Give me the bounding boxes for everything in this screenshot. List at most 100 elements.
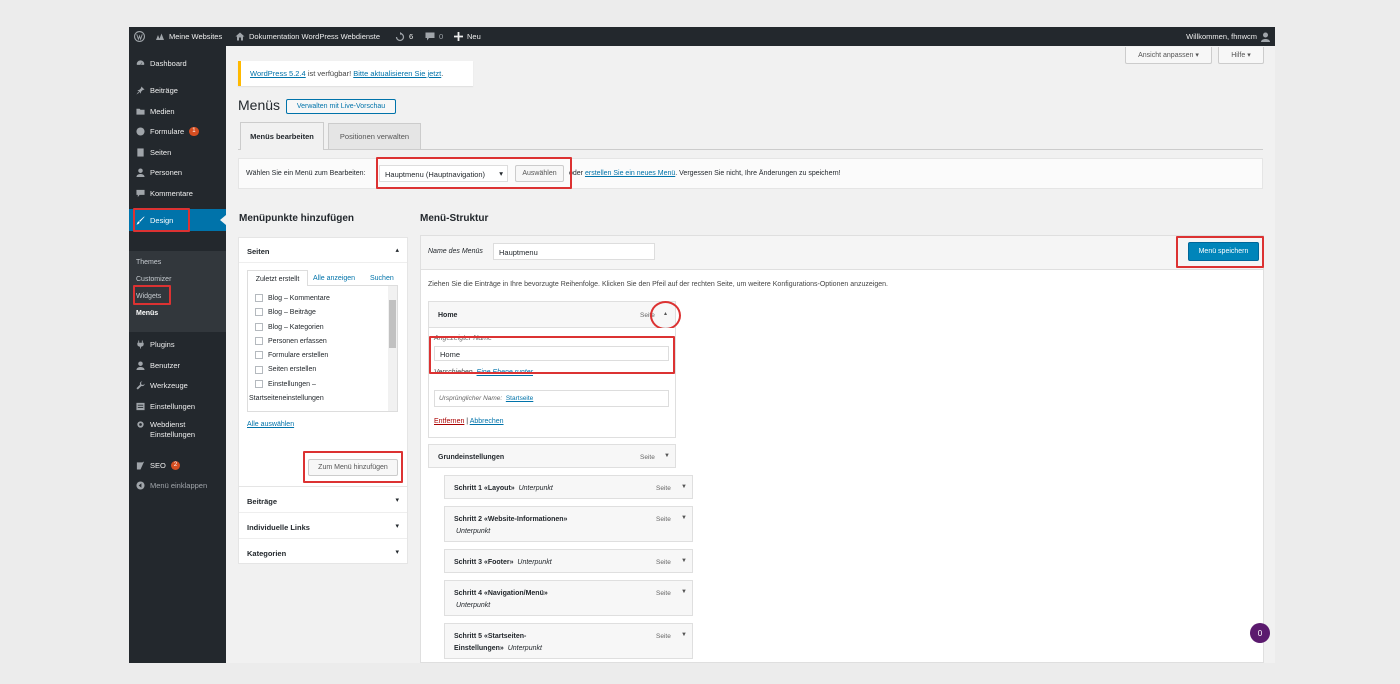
checkbox[interactable] <box>255 337 263 346</box>
item-title: Schritt 1 «Layout» <box>454 485 515 492</box>
scrollbar[interactable] <box>388 286 397 411</box>
remove-link[interactable]: Entfernen <box>434 418 464 425</box>
comments-menu[interactable]: 0 <box>425 27 443 46</box>
cancel-link[interactable]: Abbrechen <box>470 418 504 425</box>
checkbox[interactable] <box>255 322 263 331</box>
menu-item[interactable]: Grundeinstellungen Seite ▼ <box>428 444 676 468</box>
sites-icon <box>156 33 164 40</box>
item-subtitle: Unterpunkt <box>456 528 491 535</box>
page-item[interactable]: Blog – Kommentare <box>255 292 330 306</box>
tab-view-all[interactable]: Alle anzeigen <box>313 275 355 282</box>
page-item[interactable]: Personen erfassen <box>255 335 330 349</box>
chevron-down-icon[interactable]: ▼ <box>681 558 687 564</box>
my-sites-menu[interactable]: Meine Websites <box>155 27 222 46</box>
plugin-icon <box>136 339 145 349</box>
submenu-customizer[interactable]: Customizer <box>136 276 171 283</box>
item-title: Schritt 2 «Website-Informationen» <box>454 516 568 523</box>
highlight-toggle <box>650 301 681 330</box>
item-title-line2: Einstellungen» <box>454 645 504 652</box>
menu-name-input[interactable]: Hauptmenu <box>493 243 655 260</box>
updates-icon <box>395 31 405 41</box>
chevron-down-icon[interactable]: ▼ <box>681 589 687 595</box>
update-link[interactable]: Bitte aktualisieren Sie jetzt <box>353 69 441 78</box>
menu-dashboard[interactable]: Dashboard <box>129 53 226 73</box>
page-item[interactable]: Einstellungen – <box>255 378 330 392</box>
updates-menu[interactable]: 6 <box>395 27 413 46</box>
menu-item[interactable]: Schritt 2 «Website-Informationen» Unterpu… <box>444 506 693 542</box>
notice-text: ist verfügbar! <box>305 69 354 78</box>
menu-item[interactable]: Schritt 4 «Navigation/Menü» Unterpunkt Sei… <box>444 580 693 616</box>
item-subtitle: Unterpunkt <box>456 602 491 609</box>
chevron-down-icon[interactable]: ▼ <box>681 515 687 521</box>
notification-bubble[interactable]: 0 <box>1250 623 1270 643</box>
page-label: Seiten erstellen <box>268 366 317 374</box>
chevron-down-icon: ▾ <box>395 523 399 530</box>
menu-webdienst[interactable]: Webdienst Einstellungen <box>129 417 226 445</box>
highlight-add-button <box>303 451 403 483</box>
add-items-title: Menüpunkte hinzufügen <box>239 213 354 224</box>
menu-item[interactable]: Schritt 3 «Footer» Unterpunkt Seite ▼ <box>444 549 693 573</box>
tab-recent[interactable]: Zuletzt erstellt <box>247 270 308 287</box>
site-name-menu[interactable]: Dokumentation WordPress Webdienste <box>235 27 380 46</box>
menu-label: Dashboard <box>150 58 187 68</box>
live-preview-button[interactable]: Verwalten mit Live-Vorschau <box>286 99 396 114</box>
page-item[interactable]: Seiten erstellen <box>255 363 330 377</box>
tab-search[interactable]: Suchen <box>370 275 394 282</box>
chevron-down-icon[interactable]: ▼ <box>664 453 670 459</box>
page-item[interactable]: Formulare erstellen <box>255 349 330 363</box>
submenu-themes[interactable]: Themes <box>136 259 161 266</box>
version-link[interactable]: WordPress 5.2.4 <box>250 69 306 78</box>
scrollbar-thumb[interactable] <box>389 300 396 348</box>
screen-options-button[interactable]: Ansicht anpassen ▾ <box>1125 47 1212 64</box>
tab-edit-menus[interactable]: Menüs bearbeiten <box>240 122 324 150</box>
checkbox[interactable] <box>255 351 263 360</box>
welcome-label: Willkommen, fhnwcm <box>1186 32 1257 41</box>
create-menu-link[interactable]: erstellen Sie ein neues Menü <box>585 170 675 177</box>
menu-seiten[interactable]: Seiten <box>129 142 226 162</box>
original-link[interactable]: Startseite <box>506 395 533 402</box>
menu-formulare[interactable]: Formulare 1 <box>129 121 226 141</box>
browser-window: Meine Websites Dokumentation WordPress W… <box>129 27 1275 663</box>
page-item[interactable]: Blog – Kategorien <box>255 321 330 335</box>
pages-section-header[interactable]: Seiten ▴ <box>239 238 407 263</box>
help-button[interactable]: Hilfe ▾ <box>1218 47 1264 64</box>
page-label: Einstellungen – <box>268 380 316 388</box>
section-title: Kategorien <box>247 549 287 558</box>
menu-benutzer[interactable]: Benutzer <box>129 355 226 375</box>
menu-personen[interactable]: Personen <box>129 162 226 182</box>
checkbox[interactable] <box>255 379 263 388</box>
item-type: Seite <box>656 590 671 597</box>
submenu-menus[interactable]: Menüs <box>136 310 158 317</box>
pages-list: Blog – Kommentare Blog – Beiträge Blog –… <box>249 292 330 406</box>
menu-einstellungen[interactable]: Einstellungen <box>129 396 226 416</box>
checkbox[interactable] <box>255 294 263 303</box>
checkbox[interactable] <box>255 365 263 374</box>
menu-collapse[interactable]: Menü einklappen <box>129 475 226 495</box>
menu-beitraege[interactable]: Beiträge <box>129 80 226 100</box>
menu-medien[interactable]: Medien <box>129 101 226 121</box>
section-beitraege[interactable]: Beiträge ▾ <box>239 487 407 513</box>
menu-item[interactable]: Schritt 1 «Layout» Unterpunkt Seite ▼ <box>444 475 693 499</box>
my-account-menu[interactable]: Willkommen, fhnwcm <box>1186 27 1270 46</box>
tab-manage-locations[interactable]: Positionen verwalten <box>328 123 421 149</box>
select-all-link[interactable]: Alle auswählen <box>247 421 294 428</box>
dashboard-icon <box>136 59 145 68</box>
new-content-menu[interactable]: Neu <box>454 27 481 46</box>
admin-bar: Meine Websites Dokumentation WordPress W… <box>129 27 1275 46</box>
section-categories[interactable]: Kategorien ▾ <box>239 539 407 565</box>
menu-werkzeuge[interactable]: Werkzeuge <box>129 375 226 395</box>
page-item[interactable]: Blog – Beiträge <box>255 306 330 320</box>
menu-seo[interactable]: SEO 2 <box>129 455 226 475</box>
wordpress-logo-icon[interactable] <box>134 27 145 46</box>
menu-item[interactable]: Schritt 5 «Startseiten- Einstellungen» Un… <box>444 623 693 659</box>
chevron-down-icon[interactable]: ▼ <box>681 632 687 638</box>
chevron-down-icon[interactable]: ▼ <box>681 484 687 490</box>
menu-label: Menü einklappen <box>150 480 208 490</box>
site-name-label: Dokumentation WordPress Webdienste <box>249 32 381 41</box>
menu-name-label: Name des Menüs <box>428 248 483 255</box>
menu-plugins[interactable]: Plugins <box>129 334 226 354</box>
checkbox[interactable] <box>255 308 263 317</box>
menu-kommentare[interactable]: Kommentare <box>129 183 226 203</box>
section-custom-links[interactable]: Individuelle Links ▾ <box>239 513 407 539</box>
menu-item-home[interactable]: Home Seite ▴ <box>428 301 676 328</box>
